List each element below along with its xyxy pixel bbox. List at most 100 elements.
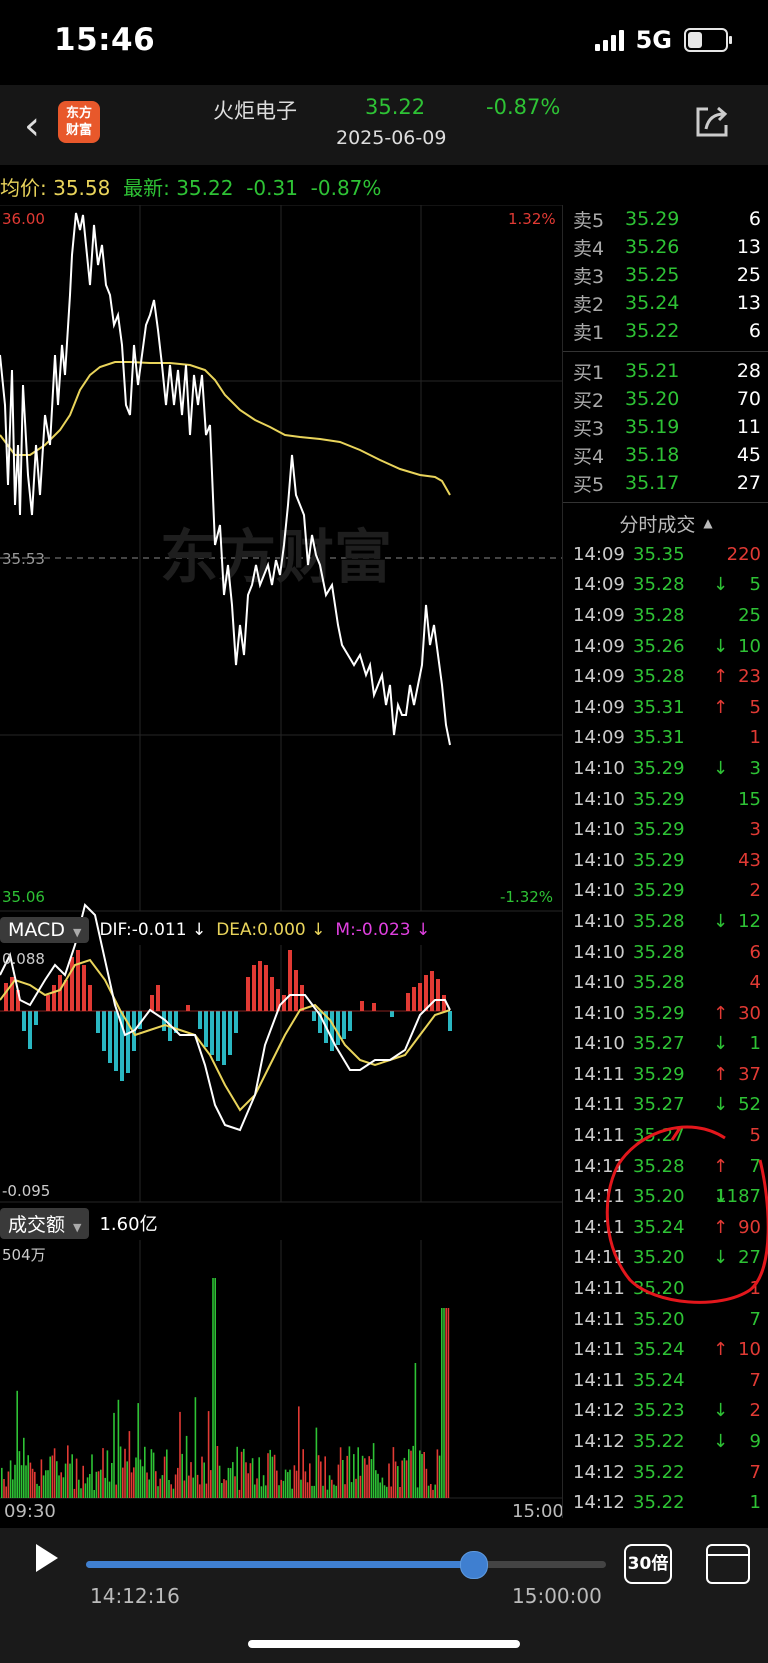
- chart-area[interactable]: 东方财富 09:30 15:00: [0, 205, 562, 1517]
- tick-time: 14:10: [573, 880, 625, 902]
- volume-bar: [148, 1479, 150, 1498]
- volume-bar: [174, 1474, 177, 1498]
- tick-time: 14:10: [573, 1033, 625, 1055]
- volume-bar: [394, 1461, 397, 1498]
- tick-price: 35.29: [633, 1002, 685, 1024]
- volume-selector[interactable]: 成交额 ▼: [0, 1207, 90, 1239]
- volume-bar: [392, 1447, 395, 1498]
- volume-bar: [60, 1472, 62, 1498]
- tick-row: 14:10 35.28 ↓ 12: [563, 906, 768, 937]
- orderbook-volume: 27: [736, 472, 761, 494]
- play-icon[interactable]: [36, 1544, 58, 1572]
- tick-time: 14:12: [573, 1400, 625, 1422]
- status-time: 15:46: [54, 22, 156, 58]
- orderbook-row[interactable]: 买4 35.18 45: [563, 441, 768, 469]
- volume-bar: [106, 1450, 109, 1498]
- playback-slider[interactable]: [86, 1551, 606, 1579]
- latest-label: 最新:: [123, 176, 170, 200]
- tick-time: 14:10: [573, 941, 625, 963]
- volume-bar: [157, 1486, 159, 1498]
- tick-volume: 7: [749, 1369, 761, 1391]
- tick-volume: 43: [738, 849, 761, 871]
- orderbook-row[interactable]: 买3 35.19 11: [563, 413, 768, 441]
- volume-bar: [344, 1484, 346, 1498]
- back-icon[interactable]: ‹: [24, 103, 40, 149]
- orderbook-volume: 13: [736, 236, 761, 258]
- orderbook-row[interactable]: 买5 35.17 27: [563, 469, 768, 497]
- volume-bar: [423, 1452, 425, 1498]
- tick-row: 14:10 35.29 3: [563, 814, 768, 845]
- tick-arrow: ↑: [713, 696, 729, 718]
- volume-bar: [421, 1454, 423, 1498]
- volume-bar: [36, 1483, 38, 1498]
- share-icon[interactable]: [694, 105, 730, 139]
- volume-bar: [364, 1458, 366, 1498]
- tick-volume: 37: [738, 1063, 761, 1085]
- orderbook-row[interactable]: 卖1 35.22 6: [563, 317, 768, 345]
- volume-bar: [210, 1470, 212, 1498]
- tick-price: 35.29: [633, 819, 685, 841]
- x-label-end: 15:00: [512, 1501, 562, 1517]
- tick-price: 35.28: [633, 972, 685, 994]
- orderbook-label: 买4: [573, 445, 605, 468]
- orderbook-row[interactable]: 买1 35.21 28: [563, 357, 768, 385]
- calendar-icon[interactable]: [706, 1544, 750, 1584]
- speed-button[interactable]: 30倍: [624, 1544, 672, 1584]
- volume-bar: [342, 1460, 344, 1498]
- volume-bar: [436, 1449, 439, 1498]
- volume-bar: [427, 1485, 430, 1498]
- end-time: 15:00:00: [512, 1584, 602, 1608]
- volume-bar: [366, 1464, 368, 1498]
- orderbook-price: 35.22: [625, 320, 680, 342]
- volume-bar: [7, 1471, 10, 1498]
- tick-arrow: ↓: [713, 635, 729, 657]
- orderbook-row[interactable]: 卖4 35.26 13: [563, 233, 768, 261]
- volume-bar: [56, 1461, 58, 1498]
- tick-time: 14:11: [573, 1339, 625, 1361]
- tick-row: 14:11 35.29 ↑ 37: [563, 1059, 768, 1090]
- tick-volume: 7: [749, 1461, 761, 1483]
- volume-bar: [284, 1469, 287, 1498]
- orderbook-price: 35.19: [625, 416, 680, 438]
- volume-bar: [196, 1474, 199, 1498]
- volume-bar: [185, 1435, 188, 1498]
- annotation-circle: [605, 1125, 768, 1304]
- tick-row: 14:11 35.24 ↑ 10: [563, 1334, 768, 1365]
- volume-bar: [1, 1467, 3, 1498]
- volume-bar: [240, 1451, 243, 1498]
- volume-bar: [14, 1464, 16, 1498]
- orderbook-row[interactable]: 卖3 35.25 25: [563, 261, 768, 289]
- orderbook-row[interactable]: 卖2 35.24 13: [563, 289, 768, 317]
- volume-bars: [1, 1278, 450, 1498]
- volume-bar: [256, 1478, 258, 1498]
- tick-volume: 3: [749, 757, 761, 779]
- slider-knob[interactable]: [460, 1551, 489, 1579]
- volume-bar: [434, 1484, 436, 1498]
- orderbook-row[interactable]: 买2 35.20 70: [563, 385, 768, 413]
- volume-bar: [390, 1486, 392, 1498]
- ticks-header[interactable]: 分时成交 ▲: [563, 507, 768, 539]
- tick-price: 35.28: [633, 941, 685, 963]
- tick-row: 14:10 35.27 ↓ 1: [563, 1029, 768, 1060]
- orderbook-price: 35.25: [625, 264, 680, 286]
- tick-volume: 7: [749, 1308, 761, 1330]
- macd-selector[interactable]: MACD ▼: [0, 917, 90, 943]
- ticks-list[interactable]: 14:09 35.35 220 14:09 35.28 ↓ 5 14:09 35.28 25 14:…: [563, 539, 768, 1518]
- volume-bar: [93, 1490, 95, 1498]
- stock-header: ‹ 东方 财富 火炬电子 35.22 -0.87% 2025-06-09: [0, 85, 768, 165]
- tick-row: 14:10 35.29 15: [563, 784, 768, 815]
- volume-bar: [331, 1479, 333, 1498]
- tick-row: 14:11 35.27 ↓ 52: [563, 1090, 768, 1121]
- volume-bar: [155, 1471, 157, 1498]
- volume-bar: [82, 1465, 84, 1498]
- app-logo: 东方 财富: [58, 101, 100, 143]
- tick-row: 14:10 35.29 2: [563, 876, 768, 907]
- sort-icon: ▲: [703, 516, 713, 530]
- tick-arrow: ↑: [713, 1063, 729, 1085]
- volume-bar: [172, 1488, 175, 1498]
- volume-bar: [346, 1455, 348, 1498]
- orderbook-row[interactable]: 卖5 35.29 6: [563, 205, 768, 233]
- volume-bar: [84, 1483, 87, 1498]
- tick-time: 14:09: [573, 604, 625, 626]
- tick-time: 14:10: [573, 1002, 625, 1024]
